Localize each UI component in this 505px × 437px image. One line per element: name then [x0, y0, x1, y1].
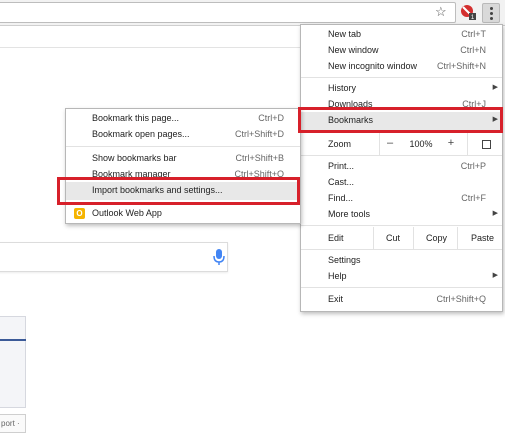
menu-item-new-window[interactable]: New window Ctrl+N	[301, 43, 502, 59]
menu-item-label: More tools	[328, 209, 371, 219]
menu-item-label: Cast...	[328, 177, 355, 187]
menu-item-shortcut: Ctrl+F	[461, 193, 486, 203]
highlight-box-bookmarks	[298, 107, 503, 133]
edit-row: Edit Cut Copy Paste	[301, 227, 502, 249]
zoom-divider	[467, 133, 468, 155]
menu-separator	[301, 77, 502, 78]
menu-item-label: Print...	[328, 161, 355, 171]
submenu-item-show-bookmarks-bar[interactable]: Show bookmarks bar Ctrl+Shift+B	[66, 151, 300, 167]
edit-divider	[457, 227, 458, 249]
menu-item-print[interactable]: Print... Ctrl+P	[301, 159, 502, 175]
menu-item-label: Help	[328, 271, 347, 281]
cut-button[interactable]: Cut	[386, 233, 400, 243]
submenu-item-bookmark-open-pages[interactable]: Bookmark open pages... Ctrl+Shift+D	[66, 127, 300, 143]
side-panel	[0, 316, 26, 408]
paste-button[interactable]: Paste	[471, 233, 494, 243]
submenu-item-label: Bookmark open pages...	[92, 129, 190, 139]
menu-item-label: Exit	[328, 294, 344, 304]
page-divider	[0, 47, 310, 48]
submenu-arrow-icon: ▶	[492, 210, 498, 217]
highlight-box-import	[57, 177, 300, 205]
zoom-in-button[interactable]: +	[441, 137, 461, 149]
menu-item-label: Find...	[328, 193, 354, 203]
submenu-arrow-icon: ▶	[492, 272, 498, 279]
menu-separator	[301, 287, 502, 288]
edit-label: Edit	[328, 233, 344, 243]
outlook-icon: O	[74, 208, 85, 219]
menu-dot-icon	[490, 12, 493, 15]
menu-item-new-tab[interactable]: New tab Ctrl+T	[301, 27, 502, 43]
submenu-item-bookmark-this-page[interactable]: Bookmark this page... Ctrl+D	[66, 111, 300, 127]
menu-separator	[301, 249, 502, 250]
menu-separator	[301, 155, 502, 156]
menu-item-shortcut: Ctrl+Shift+N	[436, 61, 486, 71]
menu-item-shortcut: Ctrl+T	[461, 29, 486, 39]
submenu-item-shortcut: Ctrl+D	[258, 113, 284, 123]
address-bar[interactable]	[0, 2, 456, 23]
edit-divider	[413, 227, 414, 249]
submenu-item-shortcut: Ctrl+Shift+D	[234, 129, 284, 139]
menu-item-label: New incognito window	[328, 61, 418, 71]
chrome-menu-button[interactable]	[482, 3, 500, 23]
menu-item-settings[interactable]: Settings	[301, 253, 502, 269]
menu-item-label: Settings	[328, 255, 361, 265]
menu-separator	[301, 225, 502, 226]
menu-item-find[interactable]: Find... Ctrl+F	[301, 191, 502, 207]
fullscreen-icon[interactable]	[482, 140, 491, 149]
import-button[interactable]: port ·	[0, 414, 26, 433]
zoom-out-button[interactable]: –	[379, 137, 401, 149]
submenu-item-label: Bookmark this page...	[92, 113, 180, 123]
submenu-item-outlook-web-app[interactable]: O Outlook Web App	[66, 206, 300, 222]
browser-toolbar: ☆ 1	[0, 0, 505, 26]
microphone-icon[interactable]	[212, 248, 226, 266]
menu-item-history[interactable]: History ▶	[301, 81, 502, 97]
menu-item-shortcut: Ctrl+N	[460, 45, 486, 55]
menu-item-more-tools[interactable]: More tools ▶	[301, 207, 502, 223]
submenu-item-shortcut: Ctrl+Shift+B	[235, 153, 284, 163]
submenu-separator	[66, 146, 300, 147]
zoom-value: 100%	[409, 139, 433, 149]
search-box[interactable]	[0, 242, 228, 272]
menu-dot-icon	[490, 7, 493, 10]
edit-divider	[373, 227, 374, 249]
chrome-main-menu: New tab Ctrl+T New window Ctrl+N New inc…	[300, 24, 503, 312]
menu-dot-icon	[490, 17, 493, 20]
submenu-item-label: Outlook Web App	[92, 208, 162, 218]
menu-item-label: New tab	[328, 29, 362, 39]
menu-item-shortcut: Ctrl+Shift+Q	[436, 294, 486, 304]
menu-item-exit[interactable]: Exit Ctrl+Shift+Q	[301, 292, 502, 308]
bookmark-star-icon[interactable]: ☆	[435, 5, 447, 18]
menu-item-new-incognito-window[interactable]: New incognito window Ctrl+Shift+N	[301, 59, 502, 75]
panel-accent-bar	[0, 339, 26, 341]
menu-item-label: History	[328, 83, 357, 93]
submenu-arrow-icon: ▶	[492, 84, 498, 91]
menu-item-cast[interactable]: Cast...	[301, 175, 502, 191]
copy-button[interactable]: Copy	[426, 233, 447, 243]
menu-item-shortcut: Ctrl+P	[460, 161, 486, 171]
menu-item-help[interactable]: Help ▶	[301, 269, 502, 285]
menu-item-label: New window	[328, 45, 379, 55]
extension-icon[interactable]: 1	[460, 4, 476, 20]
zoom-row: Zoom – 100% +	[301, 133, 502, 155]
zoom-label: Zoom	[328, 139, 352, 149]
bookmarks-submenu: Bookmark this page... Ctrl+D Bookmark op…	[65, 108, 301, 224]
submenu-item-label: Show bookmarks bar	[92, 153, 177, 163]
